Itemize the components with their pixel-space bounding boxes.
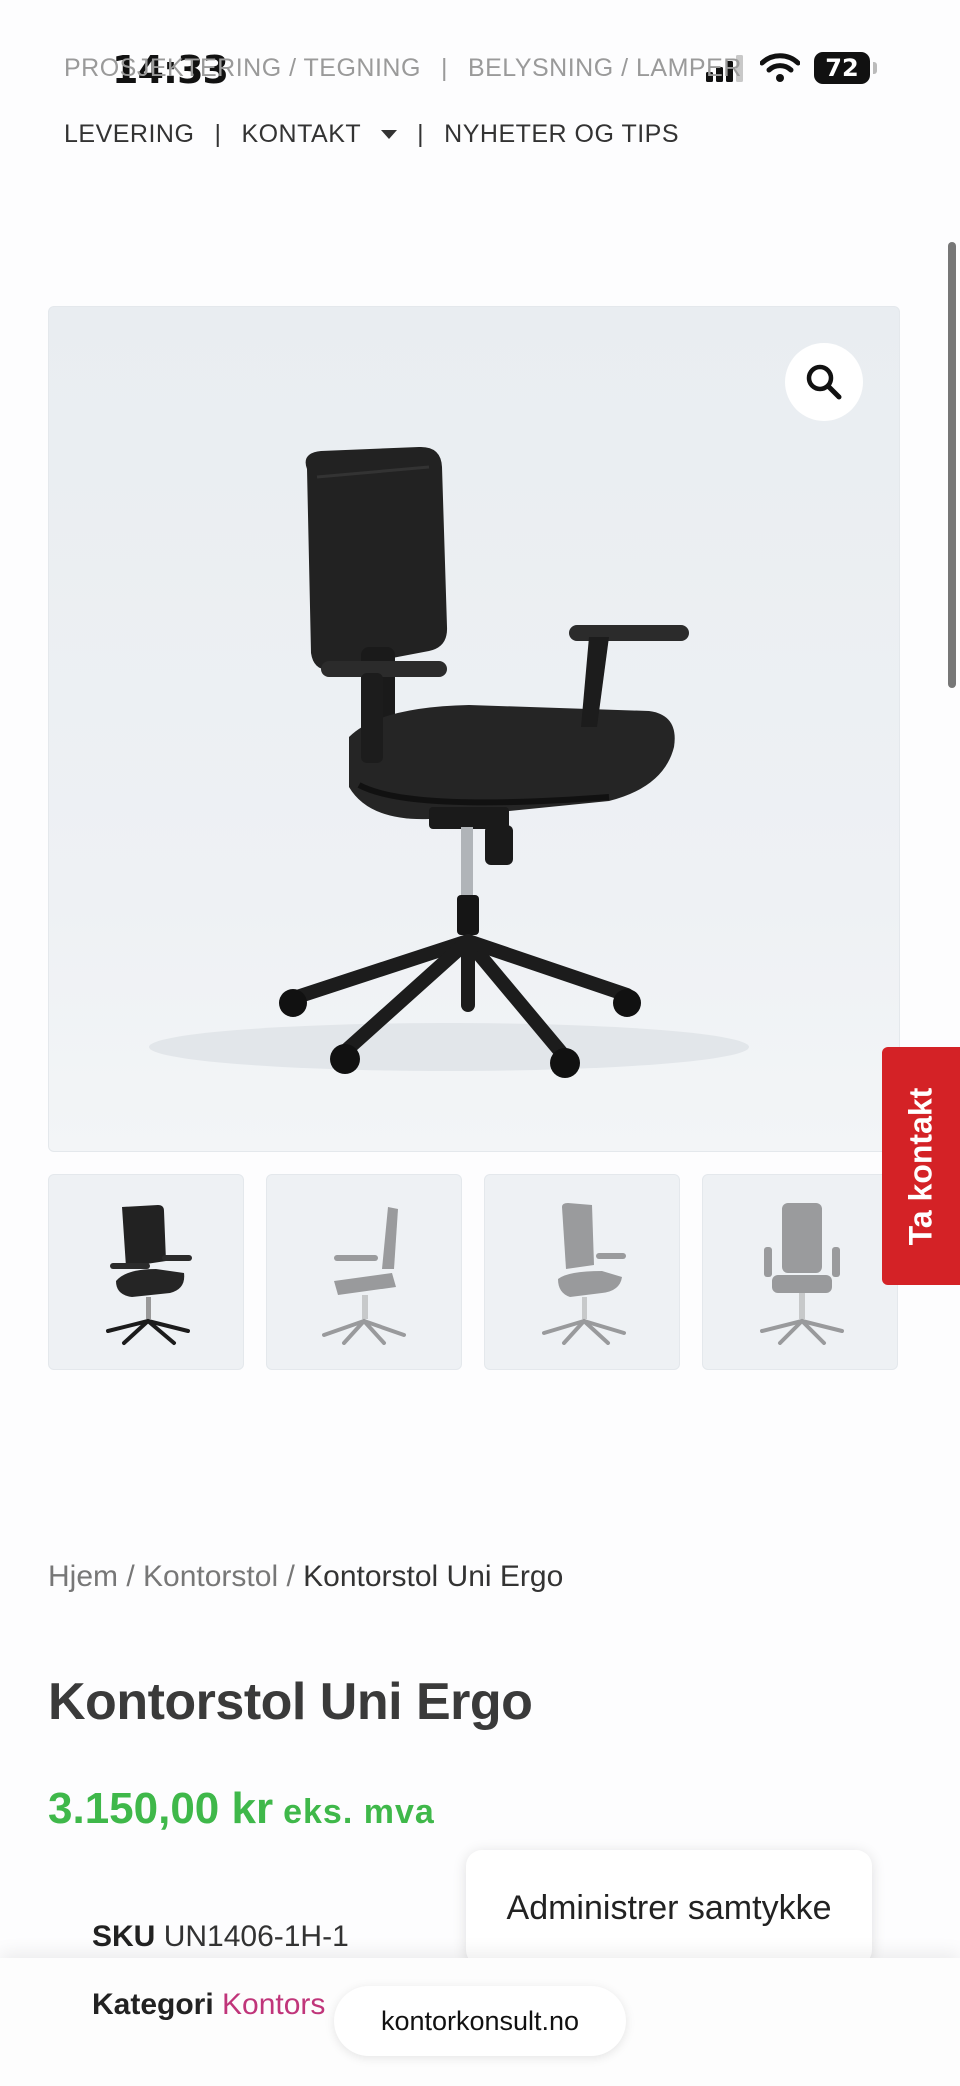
nav-row-main: LEVERING | KONTAKT | NYHETER OG TIPS (64, 120, 679, 149)
breadcrumb-separator: / (118, 1560, 144, 1593)
nav-separator: | (417, 120, 425, 148)
nav-item-levering[interactable]: LEVERING (64, 120, 194, 149)
address-bar[interactable]: kontorkonsult.no (334, 1986, 626, 2056)
consent-button[interactable]: Administrer samtykke (466, 1850, 872, 1966)
nav-item-belysning[interactable]: BELYSNING / LAMPER (468, 54, 742, 83)
thumbnail-1[interactable] (48, 1174, 244, 1370)
wifi-icon (760, 53, 800, 82)
office-chair-image (149, 446, 749, 1078)
battery-icon: 72 (814, 52, 877, 84)
product-title: Kontorstol Uni Ergo (48, 1673, 533, 1731)
price-amount: 3.150,00 kr (48, 1784, 274, 1833)
contact-side-tab[interactable]: Ta kontakt (882, 1047, 960, 1285)
chair-thumbnail-side-right (542, 1203, 626, 1345)
breadcrumb-current: Kontorstol Uni Ergo (303, 1560, 564, 1593)
zoom-button[interactable] (785, 343, 863, 421)
category-link[interactable]: Kontors (222, 1988, 325, 2021)
chair-thumbnail-front (106, 1205, 192, 1345)
nav-item-prosjektering[interactable]: PROSJEKTERING / TEGNING (64, 54, 421, 83)
chevron-down-icon[interactable] (381, 130, 398, 139)
nav-item-kontakt[interactable]: KONTAKT (241, 120, 361, 149)
thumbnail-2[interactable] (266, 1174, 462, 1370)
product-sku: SKU UN1406-1H-1 (92, 1920, 349, 1954)
address-bar-url: kontorkonsult.no (380, 2005, 580, 2036)
nav-separator: | (214, 120, 222, 148)
product-price: 3.150,00 kr eks. mva (48, 1784, 435, 1834)
chair-thumbnail-side (322, 1207, 406, 1345)
contact-side-tab-label: Ta kontakt (902, 1087, 939, 1245)
price-suffix: eks. mva (283, 1793, 435, 1831)
nav-separator: | (440, 54, 448, 82)
nav-row-secondary: PROSJEKTERING / TEGNING | BELYSNING / LA… (64, 54, 742, 83)
breadcrumb-home[interactable]: Hjem (48, 1560, 118, 1593)
chair-thumbnail-back (760, 1203, 844, 1345)
search-icon (806, 364, 842, 400)
product-main-image[interactable] (48, 306, 900, 1152)
sku-value: UN1406-1H-1 (163, 1920, 349, 1953)
product-category: Kategori Kontors (92, 1988, 325, 2022)
thumbnail-4[interactable] (702, 1174, 898, 1370)
category-label: Kategori (92, 1988, 214, 2021)
breadcrumb-category[interactable]: Kontorstol (143, 1560, 278, 1593)
page-scrollbar[interactable] (948, 242, 956, 688)
breadcrumb: Hjem / Kontorstol / Kontorstol Uni Ergo (48, 1560, 563, 1594)
breadcrumb-separator: / (278, 1560, 304, 1593)
nav-item-nyheter[interactable]: NYHETER OG TIPS (444, 120, 679, 149)
sku-label: SKU (92, 1920, 156, 1953)
thumbnail-3[interactable] (484, 1174, 680, 1370)
consent-label: Administrer samtykke (506, 1888, 832, 1927)
